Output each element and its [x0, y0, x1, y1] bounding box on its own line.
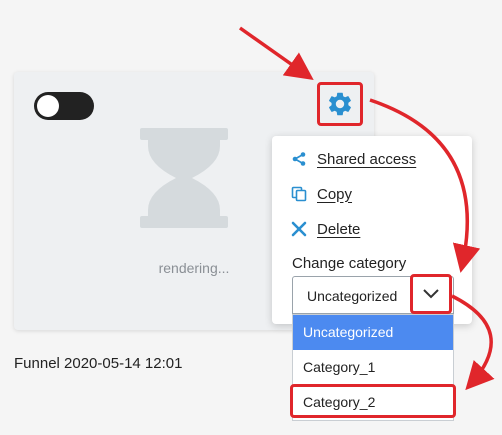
- category-option-uncategorized[interactable]: Uncategorized: [293, 315, 453, 350]
- menu-item-delete[interactable]: Delete: [290, 218, 360, 240]
- card-caption: Funnel 2020-05-14 12:01: [14, 355, 183, 372]
- gear-icon: [329, 92, 351, 116]
- category-option-1[interactable]: Category_1: [293, 350, 453, 385]
- menu-item-label: Delete: [317, 220, 361, 238]
- copy-icon: [290, 185, 308, 203]
- toggle-knob: [37, 95, 59, 117]
- category-select-value: Uncategorized: [307, 288, 398, 304]
- category-dropdown-toggle[interactable]: [410, 274, 452, 314]
- chevron-down-icon: [423, 289, 439, 299]
- hourglass-icon: [140, 128, 228, 228]
- menu-item-label: Copy: [317, 185, 353, 203]
- category-option-2[interactable]: Category_2: [293, 385, 453, 420]
- settings-button[interactable]: [317, 82, 363, 126]
- toggle-switch[interactable]: [34, 92, 94, 120]
- menu-item-shared-access[interactable]: Shared access: [290, 148, 416, 170]
- menu-item-label: Shared access: [317, 150, 417, 168]
- menu-item-copy[interactable]: Copy: [290, 183, 352, 205]
- delete-icon: [290, 220, 308, 238]
- share-icon: [290, 150, 308, 168]
- arrow-to-gear: [238, 26, 314, 81]
- change-category-label: Change category: [292, 255, 407, 272]
- category-options-list: Uncategorized Category_1 Category_2: [292, 314, 454, 421]
